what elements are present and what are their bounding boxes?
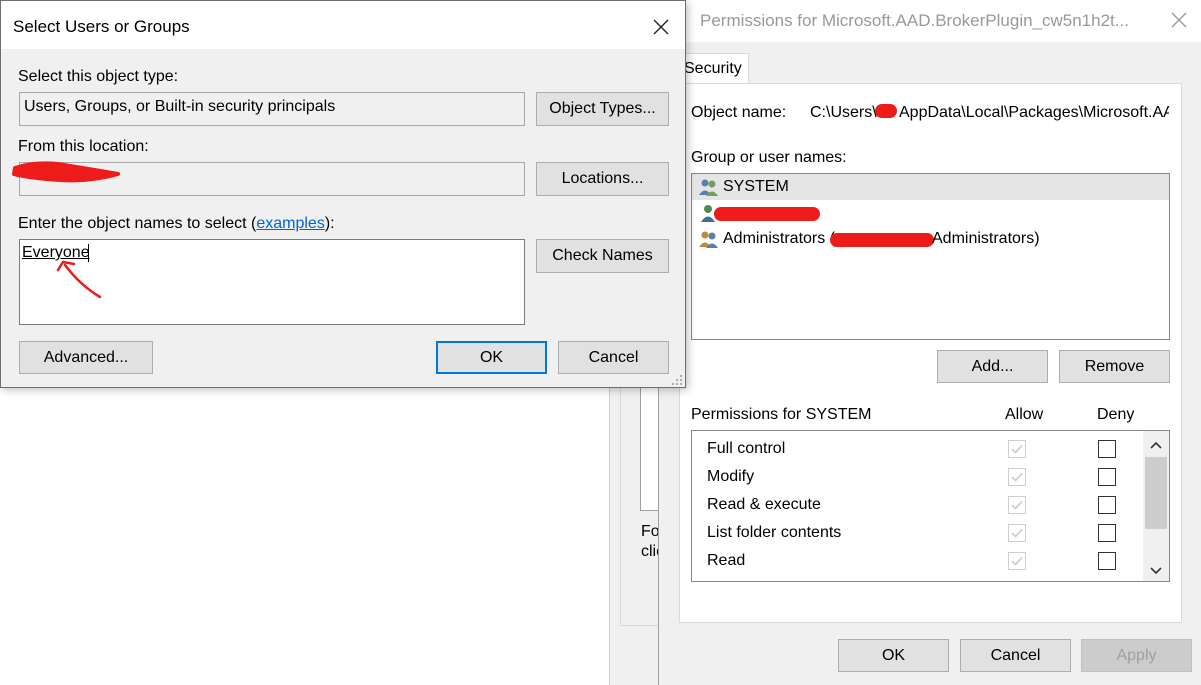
redaction-mark bbox=[875, 104, 897, 118]
object-name-suffix: AppData\Local\Packages\Microsoft.AA bbox=[899, 104, 1169, 121]
advanced-button[interactable]: Advanced... bbox=[19, 341, 153, 374]
chevron-up-icon[interactable] bbox=[1149, 437, 1163, 454]
examples-link[interactable]: examples bbox=[256, 215, 324, 232]
select-title-bar: Select Users or Groups bbox=[1, 1, 685, 49]
list-item[interactable]: Administrators ( Administrators) bbox=[692, 226, 1169, 252]
location-field bbox=[19, 162, 525, 196]
redaction-mark bbox=[830, 233, 934, 247]
list-item[interactable] bbox=[692, 200, 1169, 226]
group-icon bbox=[698, 178, 720, 196]
check-names-button[interactable]: Check Names bbox=[536, 239, 669, 273]
deny-checkbox[interactable] bbox=[1098, 552, 1116, 570]
remove-button[interactable]: Remove bbox=[1059, 350, 1170, 383]
background-text-line1: Fo bbox=[641, 523, 660, 540]
permissions-for-label: Permissions for SYSTEM bbox=[691, 406, 872, 423]
resize-grip-icon[interactable] bbox=[671, 373, 683, 390]
allow-checkbox bbox=[1008, 468, 1026, 486]
text-cursor bbox=[88, 244, 89, 262]
users-list[interactable]: SYSTEM Administrators (Administrators) bbox=[691, 173, 1170, 340]
security-tab-panel: Object name: C:\Users\ AppData\Local\Pac… bbox=[679, 83, 1182, 623]
allow-checkbox bbox=[1008, 440, 1026, 458]
table-row: Full control bbox=[692, 436, 1142, 464]
scrollbar-thumb[interactable] bbox=[1145, 457, 1167, 529]
deny-checkbox[interactable] bbox=[1098, 440, 1116, 458]
permissions-cancel-button[interactable]: Cancel bbox=[960, 639, 1071, 672]
permissions-scrollbar[interactable] bbox=[1143, 431, 1169, 581]
permissions-ok-button[interactable]: OK bbox=[838, 639, 949, 672]
table-row: Modify bbox=[692, 464, 1142, 492]
allow-header: Allow bbox=[1005, 406, 1044, 423]
close-icon[interactable] bbox=[1167, 8, 1191, 32]
location-label: From this location: bbox=[18, 138, 149, 155]
object-name-label: Object name: bbox=[691, 104, 787, 121]
object-type-label: Select this object type: bbox=[18, 68, 179, 85]
object-type-field: Users, Groups, or Built-in security prin… bbox=[19, 92, 525, 126]
object-names-input[interactable]: Everyone bbox=[19, 239, 525, 325]
table-row: List folder contents bbox=[692, 520, 1142, 548]
redaction-mark bbox=[714, 207, 820, 221]
select-dialog-title: Select Users or Groups bbox=[13, 17, 190, 36]
cancel-button[interactable]: Cancel bbox=[558, 341, 669, 374]
group-names-label: Group or user names: bbox=[691, 149, 847, 166]
object-names-label: Enter the object names to select (exampl… bbox=[18, 215, 335, 232]
permissions-title: Permissions for Microsoft.AAD.BrokerPlug… bbox=[700, 11, 1129, 30]
close-icon[interactable] bbox=[649, 15, 673, 39]
select-users-dialog: Select Users or Groups Select this objec… bbox=[0, 0, 686, 388]
locations-button[interactable]: Locations... bbox=[536, 162, 669, 196]
allow-checkbox bbox=[1008, 496, 1026, 514]
allow-checkbox bbox=[1008, 524, 1026, 542]
table-row: Read bbox=[692, 548, 1142, 576]
chevron-down-icon[interactable] bbox=[1149, 563, 1163, 580]
tab-security[interactable]: Security bbox=[679, 53, 749, 84]
deny-checkbox[interactable] bbox=[1098, 524, 1116, 542]
permissions-title-bar: Permissions for Microsoft.AAD.BrokerPlug… bbox=[659, 0, 1201, 42]
list-item[interactable]: SYSTEM bbox=[692, 174, 1169, 200]
deny-checkbox[interactable] bbox=[1098, 468, 1116, 486]
permissions-dialog: Permissions for Microsoft.AAD.BrokerPlug… bbox=[658, 0, 1201, 685]
deny-header: Deny bbox=[1097, 406, 1135, 423]
ok-button[interactable]: OK bbox=[436, 341, 547, 374]
object-name-prefix: C:\Users\ bbox=[810, 104, 877, 121]
allow-checkbox bbox=[1008, 552, 1026, 570]
permissions-list[interactable]: Full control Modify Read & execute List … bbox=[691, 430, 1170, 582]
group-icon bbox=[698, 230, 720, 248]
object-types-button[interactable]: Object Types... bbox=[536, 92, 669, 126]
deny-checkbox[interactable] bbox=[1098, 496, 1116, 514]
apply-button[interactable]: Apply bbox=[1081, 639, 1192, 672]
add-button[interactable]: Add... bbox=[937, 350, 1048, 383]
table-row: Read & execute bbox=[692, 492, 1142, 520]
